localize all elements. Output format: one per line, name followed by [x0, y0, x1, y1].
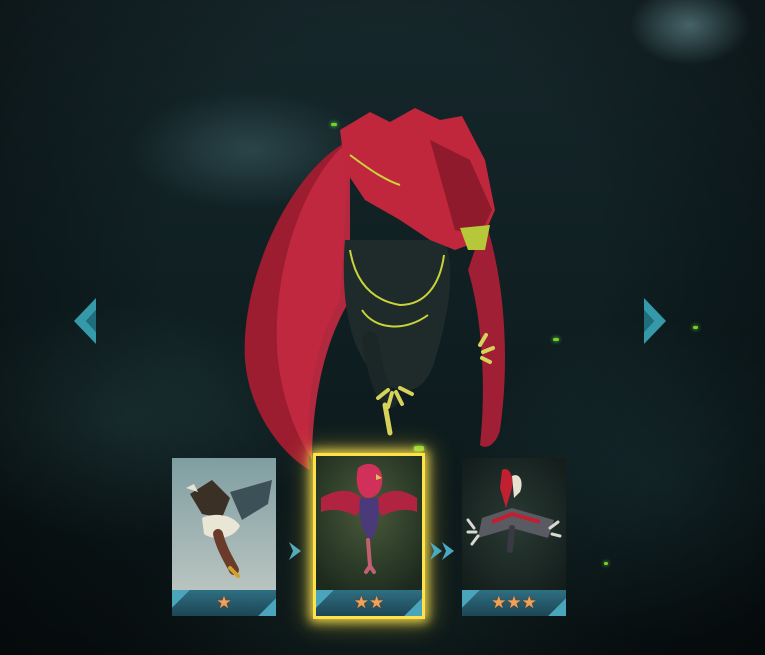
evolution-card-1[interactable]: ★	[172, 458, 276, 616]
next-creature-button[interactable]	[638, 296, 670, 346]
star-icons: ★★	[353, 592, 385, 613]
star-rating: ★★	[316, 590, 422, 616]
red-bird-icon	[316, 456, 422, 590]
star-icons: ★	[216, 592, 232, 613]
evolution-card-2[interactable]: ★★	[313, 453, 425, 619]
spark-particle	[331, 123, 337, 126]
eagle-icon	[172, 458, 276, 590]
previous-creature-button[interactable]	[70, 296, 102, 346]
spark-particle	[553, 338, 559, 341]
star-rating: ★	[172, 590, 276, 616]
spark-particle	[414, 446, 424, 451]
spark-particle	[693, 326, 698, 329]
evolution-double-arrow-icon	[428, 540, 458, 562]
chevron-right-icon	[644, 298, 666, 344]
armored-bird-icon	[462, 458, 566, 590]
spark-particle	[604, 562, 608, 565]
star-icons: ★★★	[491, 592, 537, 613]
hero-creature	[200, 100, 540, 480]
evolution-arrow-icon	[287, 540, 307, 562]
evolution-card-3[interactable]: ★★★	[462, 458, 566, 616]
star-rating: ★★★	[462, 590, 566, 616]
chevron-left-icon	[74, 298, 96, 344]
